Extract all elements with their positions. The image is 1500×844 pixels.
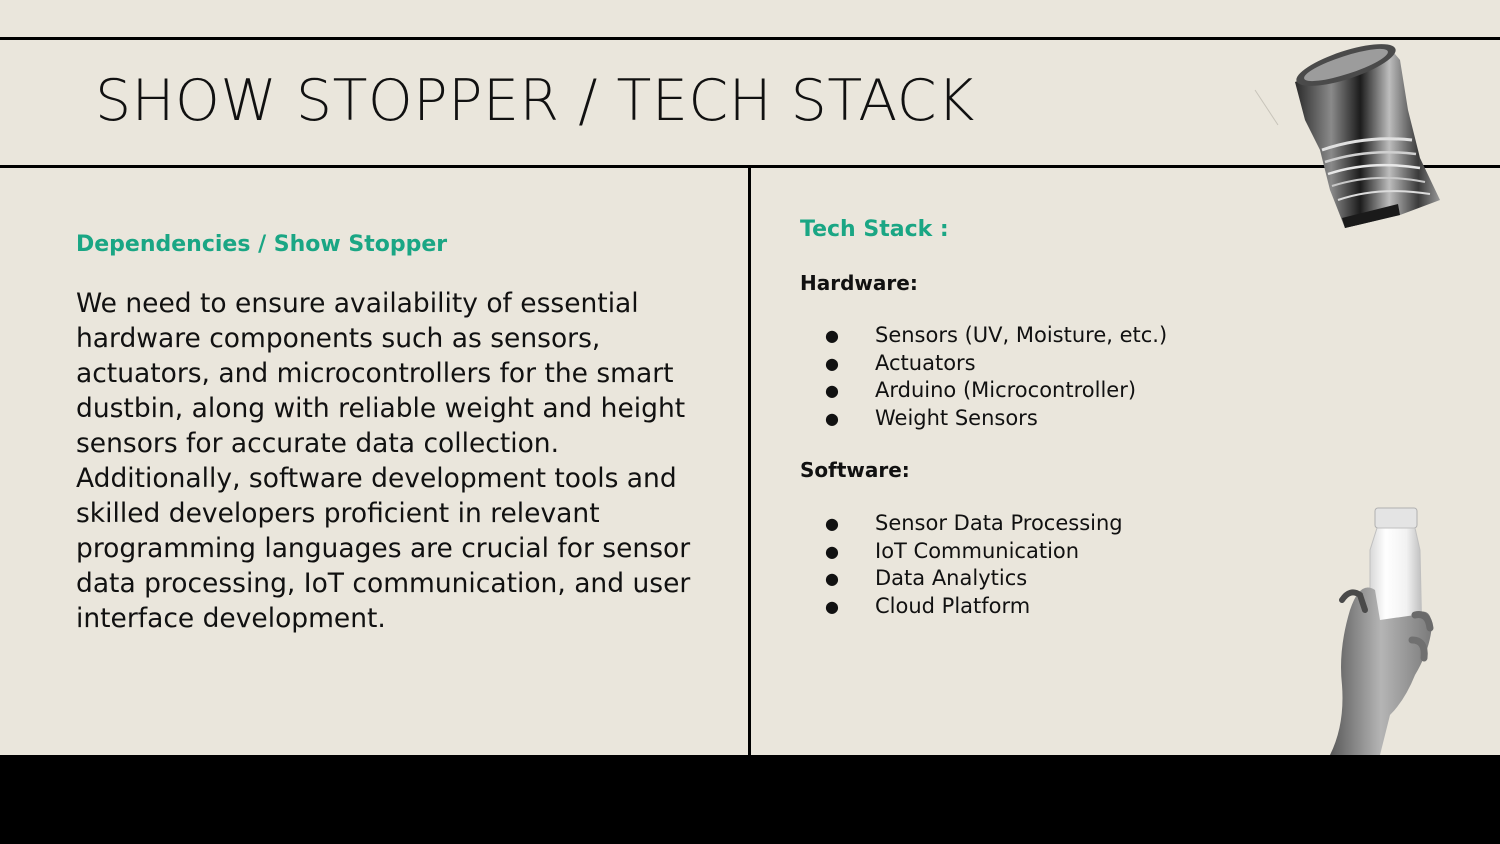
bullet-icon: ● <box>825 541 839 561</box>
hand-holding-bottle-icon <box>1330 507 1434 755</box>
list-item-label: IoT Communication <box>875 538 1080 563</box>
software-label: Software: <box>800 458 910 482</box>
list-item: ● Sensor Data Processing <box>820 510 1123 538</box>
list-item: ● Sensors (UV, Moisture, etc.) <box>820 322 1167 350</box>
list-item-label: Arduino (Microcontroller) <box>875 378 1137 402</box>
list-item-label: Sensors (UV, Moisture, etc.) <box>875 323 1168 347</box>
slide: SHOW STOPPER / TECH STACK Dependencies /… <box>0 0 1500 755</box>
list-item-label: Data Analytics <box>875 566 1028 590</box>
list-item: ● Arduino (Microcontroller) <box>820 377 1167 405</box>
list-item: ● Cloud Platform <box>820 593 1123 621</box>
dependencies-body: We need to ensure availability of essent… <box>76 288 691 634</box>
hardware-label: Hardware: <box>800 271 918 295</box>
list-item: ● Data Analytics <box>820 565 1123 593</box>
column-divider <box>748 165 751 755</box>
list-item: ● Actuators <box>820 350 1167 378</box>
bullet-icon: ● <box>825 326 839 345</box>
list-item: ● Weight Sensors <box>820 405 1167 433</box>
tech-stack-heading: Tech Stack : <box>800 217 949 242</box>
bullet-icon: ● <box>825 514 839 533</box>
hardware-list: ● Sensors (UV, Moisture, etc.) ● Actuators… <box>820 322 1167 432</box>
bullet-icon: ● <box>825 569 839 588</box>
bullet-icon: ● <box>825 408 839 428</box>
bullet-icon: ● <box>825 596 839 616</box>
list-item-label: Actuators <box>875 350 976 375</box>
list-item-label: Weight Sensors <box>875 405 1038 430</box>
list-item: ● IoT Communication <box>820 538 1123 566</box>
crushed-can-icon <box>1254 44 1440 228</box>
dependencies-heading: Dependencies / Show Stopper <box>76 232 448 257</box>
software-list: ● Sensor Data Processing ● IoT Communicati… <box>820 510 1123 620</box>
list-item-label: Sensor Data Processing <box>875 511 1123 535</box>
bullet-icon: ● <box>825 381 839 400</box>
list-item-label: Cloud Platform <box>875 593 1031 618</box>
bullet-icon: ● <box>825 353 839 373</box>
slide-title: SHOW STOPPER / TECH STACK <box>95 68 975 134</box>
